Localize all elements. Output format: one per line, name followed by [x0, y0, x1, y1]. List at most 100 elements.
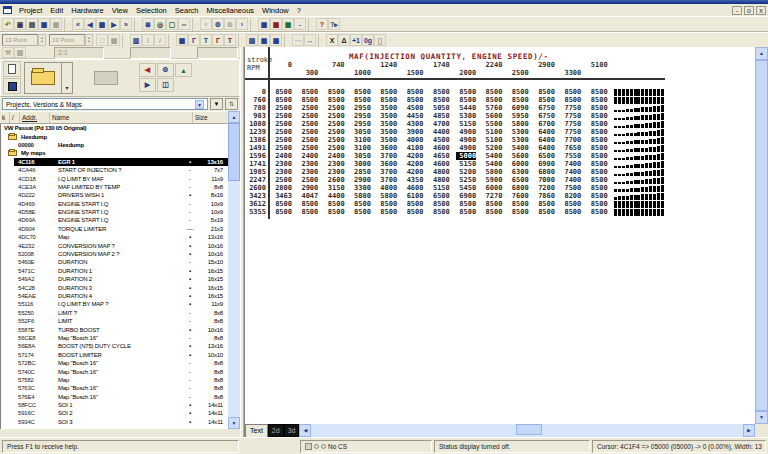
- map-cell[interactable]: 5300: [509, 136, 529, 144]
- map-cell[interactable]: 8500: [588, 88, 608, 96]
- map-cell[interactable]: 8500: [588, 184, 608, 192]
- map-cell[interactable]: 7270: [482, 192, 502, 200]
- save-icon[interactable]: ▦: [38, 18, 50, 30]
- map-cell[interactable]: 8500: [456, 88, 476, 96]
- hscroll-left-icon[interactable]: ◀: [299, 424, 311, 437]
- map-cell[interactable]: 2500: [272, 120, 292, 128]
- tab-2d[interactable]: 2d: [268, 424, 284, 437]
- map-cell[interactable]: 4700: [430, 120, 450, 128]
- map-cell[interactable]: 2500: [298, 176, 318, 184]
- map-cell[interactable]: 8500: [298, 88, 318, 96]
- map-cell[interactable]: 8500: [351, 200, 371, 208]
- first-map-icon[interactable]: «: [72, 18, 84, 30]
- scroll-up-icon[interactable]: ▲: [228, 111, 240, 123]
- map-cell[interactable]: 4650: [430, 152, 450, 160]
- map-cell[interactable]: 5200: [456, 168, 476, 176]
- map-cell[interactable]: 4850: [430, 112, 450, 120]
- map-cell[interactable]: 4800: [430, 176, 450, 184]
- map-cell[interactable]: 2300: [298, 168, 318, 176]
- map-cell[interactable]: 3700: [377, 168, 397, 176]
- menu-[interactable]: ?: [293, 5, 305, 16]
- menu-selection[interactable]: Selection: [132, 5, 171, 16]
- map-cell[interactable]: 4600: [430, 160, 450, 168]
- map-tools-button[interactable]: ⚙: [157, 63, 174, 77]
- menu-search[interactable]: Search: [171, 5, 203, 16]
- map-cell[interactable]: 5000: [456, 152, 476, 160]
- map-cell[interactable]: 2400: [298, 152, 318, 160]
- folder-row-hexdump[interactable]: Hexdump: [1, 132, 228, 140]
- monitor-icon[interactable]: ▢: [166, 18, 178, 30]
- map-cell[interactable]: 8500: [272, 96, 292, 104]
- map-row-572BC[interactable]: 572BCMap "Bosch 16"-8x8: [1, 359, 228, 367]
- map-overview-icon[interactable]: ▦: [96, 18, 108, 30]
- map-cell[interactable]: 4500: [404, 104, 424, 112]
- map-hscroll-thumb[interactable]: [516, 424, 542, 435]
- map-cell[interactable]: 6000: [509, 160, 529, 168]
- map-cell[interactable]: 8500: [482, 96, 502, 104]
- map-cell[interactable]: 8500: [535, 208, 555, 216]
- map-cell[interactable]: 7700: [561, 136, 581, 144]
- map-cell[interactable]: 2500: [325, 128, 345, 136]
- map-cell[interactable]: 4900: [456, 128, 476, 136]
- map-cell[interactable]: 7400: [561, 176, 581, 184]
- open-project-button[interactable]: [24, 62, 62, 94]
- map-cell[interactable]: 8500: [430, 208, 450, 216]
- map-cell[interactable]: 2500: [298, 104, 318, 112]
- map-row-56E8A[interactable]: 56E8ABOOST (N75) DUTY CYCLE▪13x16: [1, 342, 228, 350]
- map-row-4E232[interactable]: 4E232CONVERSION MAP ?▪10x16: [1, 241, 228, 249]
- map-cell[interactable]: 8500: [351, 96, 371, 104]
- map-row-4D904[interactable]: 4D904TORQUE LIMITER—21x3: [1, 225, 228, 233]
- axis-both-icon[interactable]: Γ: [212, 34, 224, 46]
- map-hscrollbar[interactable]: [311, 424, 743, 437]
- map-cell[interactable]: 2300: [272, 168, 292, 176]
- undo-icon[interactable]: ↶: [2, 18, 14, 30]
- map-display-icon[interactable]: ▥: [130, 34, 142, 46]
- map-cell[interactable]: 8500: [325, 96, 345, 104]
- window-3d-icon[interactable]: ▦: [282, 18, 294, 30]
- map-cell[interactable]: 7550: [561, 152, 581, 160]
- map-cell[interactable]: 6700: [535, 120, 555, 128]
- map-cell[interactable]: 6090: [509, 104, 529, 112]
- map-cell[interactable]: 2500: [325, 112, 345, 120]
- map-cell[interactable]: 6500: [430, 192, 450, 200]
- next-map-icon[interactable]: ▶: [108, 18, 120, 30]
- map-cell[interactable]: 8500: [588, 128, 608, 136]
- map-cell[interactable]: 8500: [588, 200, 608, 208]
- map-cell[interactable]: 4200: [404, 160, 424, 168]
- map-cell[interactable]: 8500: [325, 208, 345, 216]
- map-cell[interactable]: 8500: [298, 200, 318, 208]
- map-cell[interactable]: 8500: [430, 200, 450, 208]
- map-cell[interactable]: 5250: [456, 176, 476, 184]
- map-cell[interactable]: 5800: [482, 168, 502, 176]
- map-cell[interactable]: 4600: [404, 184, 424, 192]
- map-cell[interactable]: 2400: [272, 152, 292, 160]
- table-icon[interactable]: ▦: [176, 34, 188, 46]
- map-cell[interactable]: 3300: [351, 184, 371, 192]
- map-cell[interactable]: 5150: [456, 160, 476, 168]
- map-row-5460E[interactable]: 5460EDURATION-15x10: [1, 258, 228, 266]
- map-cell[interactable]: 7600: [509, 192, 529, 200]
- map-cell[interactable]: 2850: [351, 168, 371, 176]
- map-cell[interactable]: 3050: [351, 128, 371, 136]
- map-row-4CE3A[interactable]: 4CE3AMAF LIMITED BY TEMP-8x8: [1, 183, 228, 191]
- map-row-4DC70[interactable]: 4DC70Map▪13x16: [1, 233, 228, 241]
- map-cell[interactable]: 8500: [588, 160, 608, 168]
- map-vscrollbar[interactable]: ▲ ▼: [755, 47, 768, 424]
- map-cell[interactable]: 7750: [561, 120, 581, 128]
- map-cell[interactable]: 8500: [430, 88, 450, 96]
- map-row-4D469[interactable]: 4D469ENGINE START I.Q-10x9: [1, 200, 228, 208]
- map-cell[interactable]: 8500: [456, 208, 476, 216]
- map-row-57582[interactable]: 57582Map-8x8: [1, 376, 228, 384]
- map-cell[interactable]: 8500: [561, 88, 581, 96]
- map-cell[interactable]: 4900: [456, 144, 476, 152]
- panel-mode-combo[interactable]: Projects, Versions & Maps ▼: [2, 98, 208, 110]
- map-cell[interactable]: 2500: [298, 120, 318, 128]
- delta-icon[interactable]: Δ: [338, 34, 350, 46]
- save-project-button[interactable]: [3, 78, 21, 94]
- axis-left-icon[interactable]: T: [200, 34, 212, 46]
- map-cell[interactable]: 4600: [430, 144, 450, 152]
- map-cell[interactable]: 8500: [588, 96, 608, 104]
- map-cell[interactable]: 2950: [351, 104, 371, 112]
- map-cell[interactable]: 3463: [272, 192, 292, 200]
- map-row-4D58E[interactable]: 4D58EENGINE START I.Q-10x9: [1, 208, 228, 216]
